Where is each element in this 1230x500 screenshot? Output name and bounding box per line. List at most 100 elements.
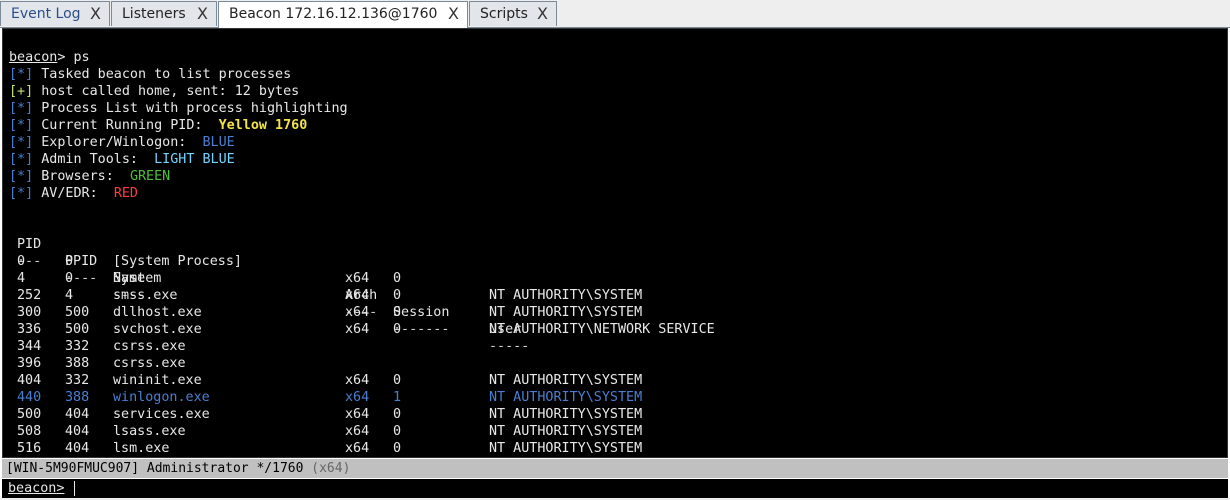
process-row: 344 332 csrss.exe bbox=[3, 338, 1227, 355]
tab-label: Scripts bbox=[480, 6, 528, 22]
session-cell: 0 bbox=[393, 322, 402, 337]
user-cell: NT AUTHORITY\SYSTEM bbox=[489, 390, 643, 405]
ppid-cell: 500 bbox=[65, 305, 90, 320]
ppid-cell: 388 bbox=[65, 356, 90, 371]
status-arch: (x64) bbox=[311, 461, 351, 476]
message-line: [*] Tasked beacon to list processes bbox=[9, 66, 291, 83]
arch-cell: x64 bbox=[345, 322, 370, 337]
info-tag: [*] bbox=[9, 135, 34, 150]
message-text: Admin Tools: bbox=[41, 152, 138, 167]
process-name-cell: wininit.exe bbox=[113, 373, 202, 388]
input-prompt-label: beacon bbox=[8, 481, 57, 496]
pid-cell: 344 bbox=[17, 339, 42, 354]
tab-listeners[interactable]: Listeners X bbox=[111, 1, 217, 26]
session-cell: 0 bbox=[393, 407, 402, 422]
close-icon[interactable]: X bbox=[90, 4, 101, 23]
pid-cell: 404 bbox=[17, 373, 42, 388]
tab-event-log[interactable]: Event Log X bbox=[0, 1, 110, 26]
close-icon[interactable]: X bbox=[537, 4, 548, 23]
process-row: 396 388 csrss.exe bbox=[3, 355, 1227, 372]
process-name-cell: csrss.exe bbox=[113, 356, 186, 371]
session-cell: 0 bbox=[393, 373, 402, 388]
pid-cell: 4 bbox=[17, 271, 26, 286]
process-row: 404 332 wininit.exe x64 0 NT AUTHORITY\SYSTEM bbox=[3, 372, 1227, 389]
message-line: [*] Browsers: GREEN bbox=[9, 168, 170, 185]
ppid-cell: 332 bbox=[65, 339, 90, 354]
session-cell: 1 bbox=[393, 390, 402, 405]
tab-beacon[interactable]: Beacon 172.16.12.136@1760 X bbox=[218, 1, 468, 28]
process-name-cell: csrss.exe bbox=[113, 339, 186, 354]
process-table-header: PID PPID Name Arch Session User bbox=[3, 219, 1227, 337]
ppid-cell: 0 bbox=[65, 254, 74, 269]
message-line: [*] Process List with process highlighti… bbox=[9, 100, 348, 117]
pid-cell: 396 bbox=[17, 356, 42, 371]
process-name-cell: dllhost.exe bbox=[113, 305, 202, 320]
info-tag: [*] bbox=[9, 101, 34, 116]
process-name-cell: lsm.exe bbox=[113, 441, 170, 456]
command-input[interactable] bbox=[78, 479, 1218, 498]
process-row: 252 4 smss.exe x64 0 NT AUTHORITY\SYSTEM bbox=[3, 287, 1227, 304]
session-cell: 0 bbox=[393, 424, 402, 439]
pid-cell: 0 bbox=[17, 254, 26, 269]
info-tag: [*] bbox=[9, 152, 34, 167]
info-tag: [*] bbox=[9, 186, 34, 201]
pid-cell: 300 bbox=[17, 305, 42, 320]
user-cell: NT AUTHORITY\SYSTEM bbox=[489, 288, 643, 303]
user-cell: NT AUTHORITY\SYSTEM bbox=[489, 407, 643, 422]
message-text: AV/EDR: bbox=[41, 186, 98, 201]
tab-scripts[interactable]: Scripts X bbox=[469, 1, 557, 26]
process-row: 440 388 winlogon.exe x64 1 NT AUTHORITY\SYSTE… bbox=[3, 389, 1227, 406]
ok-tag: [+] bbox=[9, 84, 34, 99]
pid-cell: 500 bbox=[17, 407, 42, 422]
command-line: beacon> ps bbox=[9, 49, 90, 66]
tab-label: Event Log bbox=[11, 6, 81, 22]
ppid-cell: 332 bbox=[65, 373, 90, 388]
ppid-cell: 404 bbox=[65, 441, 90, 456]
tab-label: Beacon 172.16.12.136@1760 bbox=[229, 6, 438, 22]
user-cell: NT AUTHORITY\SYSTEM bbox=[489, 305, 643, 320]
close-icon[interactable]: X bbox=[197, 4, 208, 23]
tab-bar: Event Log X Listeners X Beacon 172.16.12… bbox=[0, 0, 1230, 28]
close-icon[interactable]: X bbox=[448, 4, 459, 23]
pid-cell: 252 bbox=[17, 288, 42, 303]
beacon-console-output[interactable]: - - - - - - - - - - beacon> ps [*] Taske… bbox=[2, 28, 1228, 458]
process-name-cell: svchost.exe bbox=[113, 322, 202, 337]
arch-cell: x64 bbox=[345, 271, 370, 286]
process-name-cell: lsass.exe bbox=[113, 424, 186, 439]
process-name-cell: services.exe bbox=[113, 407, 210, 422]
session-cell: 0 bbox=[393, 305, 402, 320]
session-cell: 0 bbox=[393, 271, 402, 286]
process-name-cell: smss.exe bbox=[113, 288, 178, 303]
info-tag: [*] bbox=[9, 169, 34, 184]
legend-value-yellow: Yellow 1760 bbox=[218, 118, 308, 133]
legend-value-green: GREEN bbox=[129, 169, 171, 184]
arch-cell: x64 bbox=[345, 305, 370, 320]
status-host: [WIN-5M90FMUC907] bbox=[6, 461, 140, 476]
message-line: [*] Current Running PID: Yellow 1760 bbox=[9, 117, 307, 134]
process-row: 336 500 svchost.exe x64 0 NT AUTHORITY\NETWOR… bbox=[3, 321, 1227, 338]
command-input-bar: beacon> bbox=[2, 479, 1228, 498]
user-cell: NT AUTHORITY\SYSTEM bbox=[489, 373, 643, 388]
beacon-status-bar: [WIN-5M90FMUC907] Administrator */1760 (… bbox=[2, 459, 1228, 478]
ppid-cell: 4 bbox=[65, 288, 74, 303]
arch-cell: x64 bbox=[345, 441, 370, 456]
ppid-cell: 0 bbox=[65, 271, 74, 286]
prompt-label: beacon bbox=[9, 50, 58, 65]
message-text: Browsers: bbox=[41, 169, 114, 184]
legend-value-light-blue: LIGHT BLUE bbox=[154, 152, 235, 167]
tab-label: Listeners bbox=[122, 6, 186, 22]
process-row: 516 404 lsm.exe x64 0 NT AUTHORITY\SYSTEM bbox=[3, 440, 1227, 457]
message-text: Process List with process highlighting bbox=[41, 101, 348, 116]
user-cell: NT AUTHORITY\SYSTEM bbox=[489, 441, 643, 456]
message-text: host called home, sent: 12 bytes bbox=[41, 84, 300, 99]
session-cell: 0 bbox=[393, 441, 402, 456]
info-tag: [*] bbox=[9, 67, 34, 82]
ppid-cell: 404 bbox=[65, 424, 90, 439]
arch-cell: x64 bbox=[345, 424, 370, 439]
input-prompt: beacon> bbox=[8, 479, 64, 498]
command-text: > ps bbox=[57, 50, 90, 65]
arch-cell: x64 bbox=[345, 407, 370, 422]
process-row: 0 0 [System Process] bbox=[3, 253, 1227, 270]
user-cell: NT AUTHORITY\SYSTEM bbox=[489, 424, 643, 439]
process-table-separator: --- ---- ---- ---- ------- ----- bbox=[3, 236, 1227, 354]
